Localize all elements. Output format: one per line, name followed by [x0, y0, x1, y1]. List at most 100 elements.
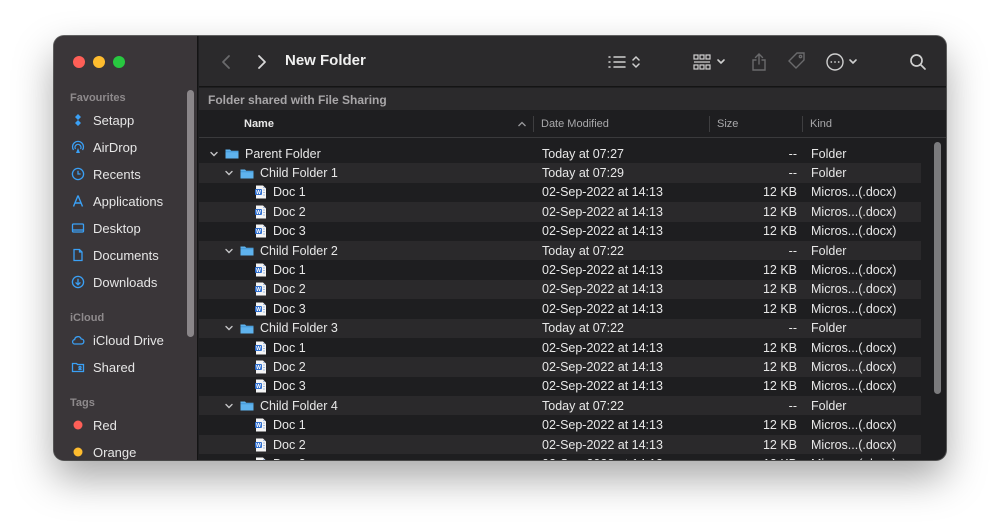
item-name: Doc 1 — [273, 263, 306, 278]
disclosure-chevron-icon[interactable] — [209, 149, 219, 159]
list-view-button[interactable] — [607, 50, 647, 74]
word-document-icon: W — [255, 360, 267, 374]
name-cell: W Doc 3 — [239, 377, 306, 396]
close-button[interactable] — [73, 56, 85, 68]
sidebar-item-icloud-drive[interactable]: iCloud Drive — [71, 329, 164, 351]
column-kind-label: Kind — [810, 118, 833, 130]
back-button[interactable] — [217, 50, 235, 74]
sidebar-item-label: iCloud Drive — [93, 332, 164, 348]
file-row[interactable]: W Doc 2 02-Sep-2022 at 14:13 12 KB Micros...… — [199, 202, 921, 222]
item-name: Doc 3 — [273, 457, 306, 460]
file-row[interactable]: W Doc 2 02-Sep-2022 at 14:13 12 KB Micros...… — [199, 434, 921, 455]
group-button[interactable] — [693, 50, 729, 74]
column-name[interactable]: Name — [244, 110, 534, 138]
svg-text:W: W — [256, 346, 261, 352]
file-row[interactable]: W Doc 2 02-Sep-2022 at 14:13 12 KB Micros...… — [199, 279, 921, 300]
folder-row[interactable]: Parent Folder Today at 07:27 -- Folder — [199, 144, 921, 163]
size-cell: 12 KB — [762, 437, 797, 452]
name-cell: Child Folder 1 — [224, 163, 338, 182]
size-cell: 12 KB — [762, 418, 797, 433]
kind-cell: Folder — [811, 243, 847, 258]
minimize-button[interactable] — [93, 56, 105, 68]
disclosure-chevron-icon[interactable] — [224, 323, 234, 333]
kind-cell: Micros...(.docx) — [811, 282, 897, 297]
list-scrollbar[interactable] — [934, 142, 941, 394]
size-cell: 12 KB — [762, 185, 797, 200]
column-kind[interactable]: Kind — [810, 110, 910, 138]
zoom-button[interactable] — [113, 56, 125, 68]
file-row[interactable]: W Doc 1 02-Sep-2022 at 14:13 12 KB Micros...… — [199, 338, 921, 357]
disclosure-chevron-icon[interactable] — [224, 246, 234, 256]
file-row[interactable]: W Doc 3 02-Sep-2022 at 14:13 12 KB Micros...… — [199, 377, 921, 396]
name-cell: Child Folder 4 — [224, 396, 338, 415]
search-button[interactable] — [907, 50, 929, 74]
ellipsis-circle-icon — [826, 53, 857, 71]
sidebar-item-downloads[interactable]: Downloads — [71, 271, 157, 293]
column-divider[interactable] — [802, 116, 803, 132]
name-cell: Child Folder 2 — [224, 241, 338, 260]
svg-text:W: W — [256, 268, 261, 274]
file-row[interactable]: W Doc 3 02-Sep-2022 at 14:13 12 KB Micros...… — [199, 222, 921, 241]
word-document-icon: W — [255, 379, 267, 393]
disclosure-chevron-icon[interactable] — [224, 401, 234, 411]
sidebar-item-recents[interactable]: Recents — [71, 163, 141, 185]
date-cell: 02-Sep-2022 at 14:13 — [542, 454, 663, 460]
sidebar-item-airdrop[interactable]: AirDrop — [71, 136, 137, 158]
sidebar-tag-orange[interactable]: Orange — [71, 441, 136, 460]
size-cell: -- — [788, 243, 797, 258]
item-name: Doc 2 — [273, 282, 306, 297]
window-controls — [73, 56, 125, 68]
sidebar-item-setapp[interactable]: Setapp — [71, 109, 134, 131]
kind-cell: Micros...(.docx) — [811, 224, 897, 239]
column-size[interactable]: Size — [717, 110, 802, 138]
sidebar-item-applications[interactable]: Applications — [71, 190, 163, 212]
download-icon — [71, 275, 85, 289]
search-icon — [910, 54, 926, 70]
forward-button[interactable] — [253, 50, 271, 74]
kind-cell: Micros...(.docx) — [811, 437, 897, 452]
item-name: Child Folder 4 — [260, 398, 338, 413]
file-row[interactable]: W Doc 2 02-Sep-2022 at 14:13 12 KB Micros...… — [199, 357, 921, 377]
tag-dot-icon — [71, 445, 85, 459]
disclosure-chevron-icon[interactable] — [224, 168, 234, 178]
column-divider[interactable] — [533, 116, 534, 132]
action-menu-button[interactable] — [825, 50, 861, 74]
sidebar-tag-red[interactable]: Red — [71, 414, 117, 436]
sidebar-item-label: Shared — [93, 359, 135, 375]
grid-view-icon — [693, 54, 725, 70]
kind-cell: Micros...(.docx) — [811, 359, 897, 374]
sidebar-scrollbar[interactable] — [187, 90, 194, 337]
folder-row[interactable]: Child Folder 2 Today at 07:22 -- Folder — [199, 240, 921, 261]
file-row[interactable]: W Doc 1 02-Sep-2022 at 14:13 12 KB Micros...… — [199, 260, 921, 279]
column-name-label: Name — [244, 118, 274, 130]
sidebar-item-label: Downloads — [93, 274, 158, 290]
name-cell: W Doc 3 — [239, 454, 306, 460]
toolbar: New Folder — [199, 36, 946, 87]
chevron-left-icon — [222, 55, 230, 69]
window-title: New Folder — [285, 52, 366, 69]
tag-button[interactable] — [785, 50, 807, 74]
sidebar-item-documents[interactable]: Documents — [71, 244, 159, 266]
folder-icon — [240, 400, 254, 411]
kind-cell: Micros...(.docx) — [811, 263, 897, 278]
folder-row[interactable]: Child Folder 1 Today at 07:29 -- Folder — [199, 163, 921, 183]
svg-text:W: W — [256, 229, 261, 235]
share-button[interactable] — [749, 50, 769, 74]
file-row[interactable]: W Doc 1 02-Sep-2022 at 14:13 12 KB Micros...… — [199, 415, 921, 434]
sidebar-item-desktop[interactable]: Desktop — [71, 217, 141, 239]
folder-row[interactable]: Child Folder 3 Today at 07:22 -- Folder — [199, 318, 921, 338]
word-document-icon: W — [255, 457, 267, 460]
file-row[interactable]: W Doc 3 02-Sep-2022 at 14:13 12 KB Micros...… — [199, 299, 921, 318]
file-row[interactable]: W Doc 3 02-Sep-2022 at 14:13 12 KB Micros...… — [199, 454, 921, 460]
column-header: Name Date Modified Size Kind — [199, 110, 946, 138]
folder-row[interactable]: Child Folder 4 Today at 07:22 -- Folder — [199, 396, 921, 416]
kind-cell: Micros...(.docx) — [811, 301, 897, 316]
name-cell: W Doc 1 — [239, 338, 306, 357]
size-cell: -- — [788, 166, 797, 181]
folder-icon — [240, 168, 254, 179]
sidebar-item-shared[interactable]: Shared — [71, 356, 135, 378]
file-row[interactable]: W Doc 1 02-Sep-2022 at 14:13 12 KB Micros...… — [199, 183, 921, 202]
folder-icon — [240, 245, 254, 256]
column-divider[interactable] — [709, 116, 710, 132]
column-date[interactable]: Date Modified — [541, 110, 706, 138]
